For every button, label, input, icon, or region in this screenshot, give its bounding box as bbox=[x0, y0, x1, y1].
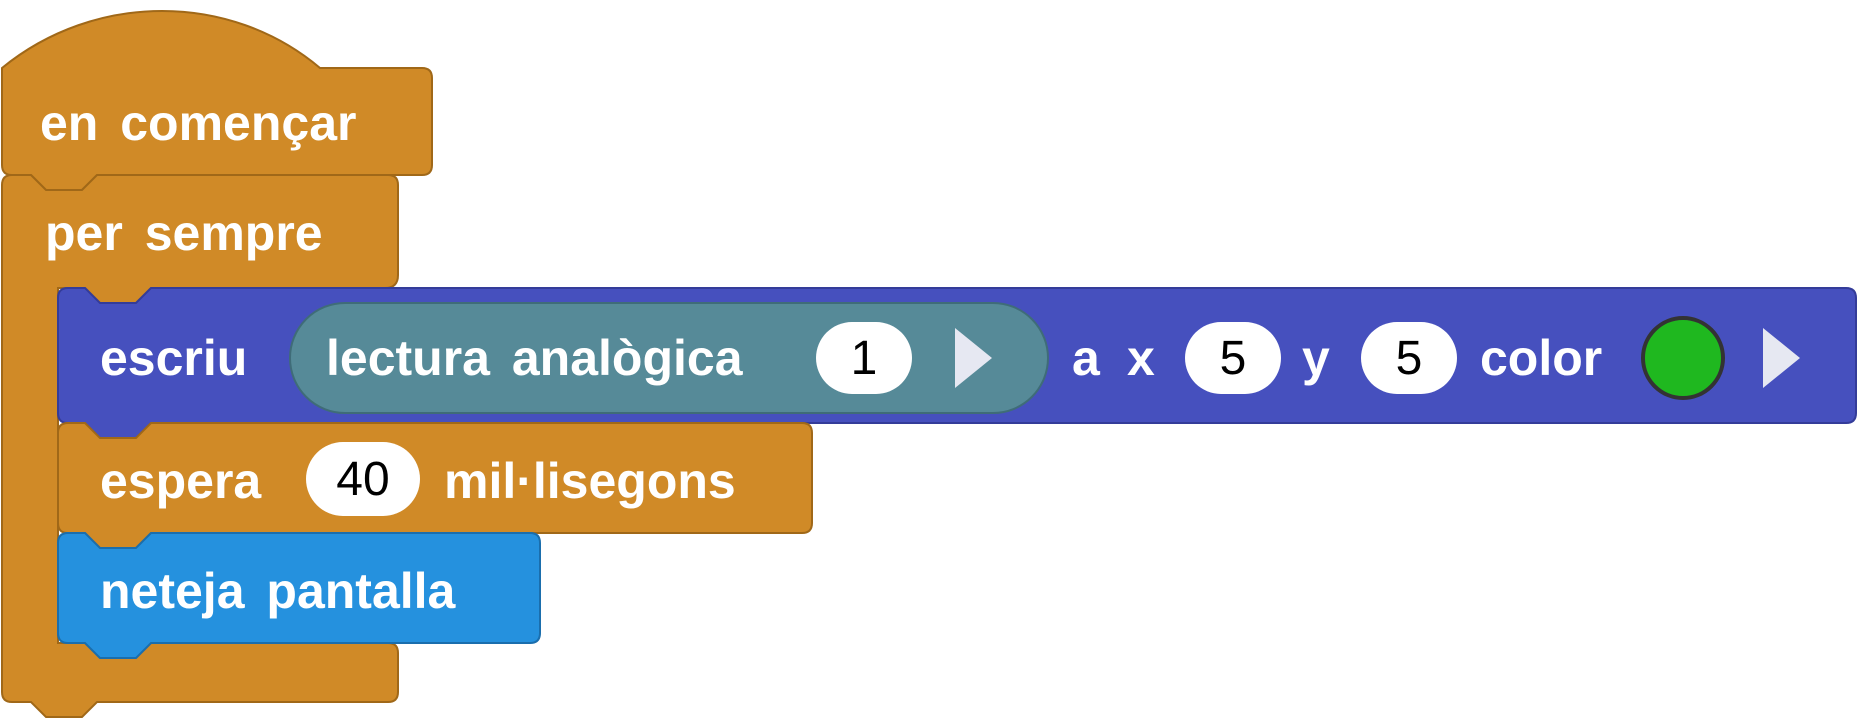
pause-label: espera bbox=[100, 453, 262, 509]
analog-read-label: lectura analògica bbox=[326, 330, 743, 386]
x-value-field[interactable]: 5 bbox=[1185, 322, 1281, 394]
show-number-label: escriu bbox=[100, 330, 248, 386]
y-value-field[interactable]: 5 bbox=[1361, 322, 1457, 394]
y-label: y bbox=[1302, 330, 1330, 386]
pause-value-field[interactable]: 40 bbox=[306, 442, 420, 516]
blocks-workspace: en començar per sempre escriu lectura an… bbox=[0, 0, 1859, 720]
clear-screen-label: neteja pantalla bbox=[100, 563, 456, 619]
pause-unit-label: mil·lisegons bbox=[444, 453, 736, 509]
a-label: a bbox=[1072, 330, 1100, 386]
color-label: color bbox=[1480, 330, 1603, 386]
color-swatch[interactable] bbox=[1641, 316, 1725, 400]
forever-label: per sempre bbox=[45, 205, 323, 261]
on-start-label: en començar bbox=[40, 95, 357, 151]
x-label: x bbox=[1127, 330, 1155, 386]
pin-value-field[interactable]: 1 bbox=[816, 322, 912, 394]
